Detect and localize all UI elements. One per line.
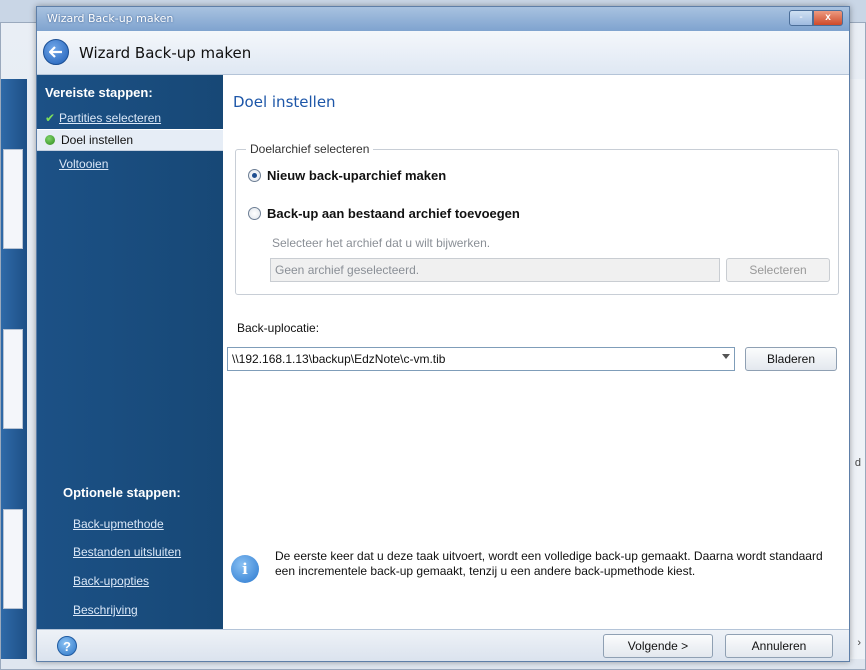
select-archive-button: Selecteren [726, 258, 830, 282]
wizard-header: Wizard Back-up maken [37, 31, 849, 75]
wizard-sidebar: Vereiste stappen: ✔ Partities selecteren… [37, 75, 223, 629]
sidebar-item-destination[interactable]: Doel instellen [37, 129, 223, 151]
sidebar-item-finish[interactable]: Voltooien [37, 153, 223, 175]
back-arrow-icon[interactable] [43, 39, 69, 65]
radio-label: Back-up aan bestaand archief toevoegen [267, 206, 520, 221]
wizard-content: Doel instellen Doelarchief selecteren Ni… [223, 75, 849, 629]
radio-new-archive[interactable]: Nieuw back-uparchief maken [248, 168, 446, 183]
info-icon: i [231, 555, 259, 583]
cancel-button[interactable]: Annuleren [725, 634, 833, 658]
background-window-sidebar [1, 79, 27, 659]
window-title: Wizard Back-up maken [47, 12, 174, 25]
minimize-button[interactable]: - [789, 10, 813, 26]
wizard-footer: ? Volgende > Annuleren [37, 629, 849, 661]
browse-button[interactable]: Bladeren [745, 347, 837, 371]
arrow-icon [45, 135, 55, 145]
chevron-down-icon[interactable] [722, 354, 730, 359]
sidebar-item-description[interactable]: Beschrijving [73, 603, 138, 617]
wizard-title: Wizard Back-up maken [79, 44, 252, 62]
sidebar-item-backup-method[interactable]: Back-upmethode [73, 517, 164, 531]
backup-location-combobox[interactable]: \\192.168.1.13\backup\EdzNote\c-vm.tib [227, 347, 735, 371]
sidebar-item-backup-options[interactable]: Back-upopties [73, 574, 149, 588]
background-tile [3, 149, 23, 249]
archive-hint: Selecteer het archief dat u wilt bijwerk… [272, 236, 491, 250]
check-icon: ✔ [45, 111, 56, 125]
back-arrow-glyph [49, 46, 62, 58]
background-tile [3, 509, 23, 609]
info-message: De eerste keer dat u deze taak uitvoert,… [275, 549, 823, 578]
archive-group-legend: Doelarchief selecteren [246, 142, 374, 156]
optional-steps-heading: Optionele stappen: [63, 485, 181, 500]
next-button[interactable]: Volgende > [603, 634, 713, 658]
backup-wizard-dialog: Wizard Back-up maken - x Wizard Back-up … [36, 6, 850, 662]
radio-button[interactable] [248, 207, 261, 220]
radio-button-checked[interactable] [248, 169, 261, 182]
page-title: Doel instellen [233, 93, 336, 111]
sidebar-item-label: Voltooien [59, 157, 109, 171]
sidebar-item-partitions[interactable]: ✔ Partities selecteren [37, 107, 223, 129]
background-mark: d [854, 457, 861, 469]
archive-field: Geen archief geselecteerd. [270, 258, 720, 282]
background-mark: › [857, 637, 861, 649]
required-steps-heading: Vereiste stappen: [45, 85, 153, 100]
close-button[interactable]: x [813, 10, 843, 26]
radio-label: Nieuw back-uparchief maken [267, 168, 447, 183]
window-controls: - x [789, 10, 843, 26]
sidebar-item-label: Doel instellen [61, 133, 134, 147]
help-icon[interactable]: ? [57, 636, 77, 656]
background-tile [3, 329, 23, 429]
sidebar-item-exclude-files[interactable]: Bestanden uitsluiten [73, 545, 181, 559]
sidebar-item-label: Partities selecteren [59, 111, 162, 125]
backup-location-value: \\192.168.1.13\backup\EdzNote\c-vm.tib [232, 352, 446, 366]
archive-groupbox: Doelarchief selecteren Nieuw back-uparch… [235, 142, 839, 295]
backup-location-label: Back-uplocatie: [237, 321, 320, 335]
radio-existing-archive[interactable]: Back-up aan bestaand archief toevoegen [248, 206, 520, 221]
title-bar[interactable]: Wizard Back-up maken - x [37, 7, 849, 31]
